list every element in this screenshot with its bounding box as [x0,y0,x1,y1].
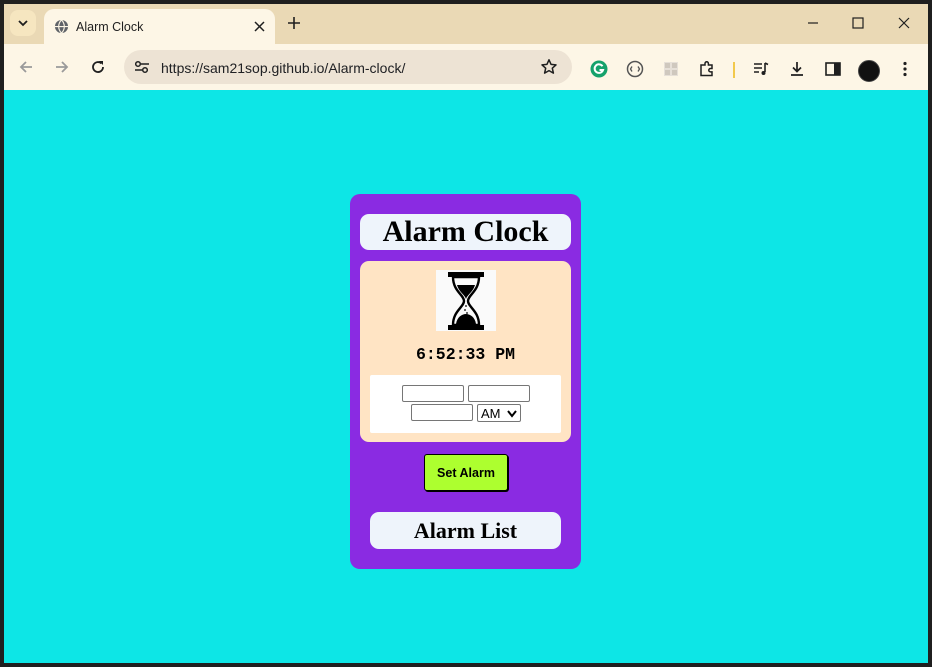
circle-extension-icon[interactable] [626,60,644,78]
page-content: Alarm Clock 6:52:33 PM AM Set Alarm Alar… [4,90,928,663]
current-time: 6:52:33 PM [415,345,516,364]
tab-search-button[interactable] [10,10,36,36]
grammarly-icon[interactable] [590,60,608,78]
alarm-clock-card: Alarm Clock 6:52:33 PM AM Set Alarm Alar… [350,194,581,569]
url-text[interactable]: https://sam21sop.github.io/Alarm-clock/ [161,60,405,76]
chevron-down-icon [507,410,517,418]
avatar[interactable] [858,60,880,82]
ampm-selected-value: AM [481,405,501,421]
side-panel-icon[interactable] [824,60,842,78]
hourglass-image [436,270,496,331]
tab-alarm-clock[interactable]: Alarm Clock [44,9,275,44]
close-icon[interactable] [254,21,265,32]
clock-panel: 6:52:33 PM AM [360,261,571,442]
puzzle-icon[interactable] [698,60,716,78]
page-title: Alarm Clock [382,215,549,248]
star-icon[interactable] [540,58,558,76]
address-bar[interactable]: https://sam21sop.github.io/Alarm-clock/ [124,50,572,84]
title-box: Alarm Clock [360,214,571,250]
tune-icon[interactable] [134,60,150,74]
hour-input[interactable] [402,385,464,402]
hourglass-icon [448,271,484,330]
kebab-menu-icon[interactable] [902,61,908,77]
alarm-list-box: Alarm List [370,512,561,549]
toolbar-separator [733,62,735,78]
maximize-icon[interactable] [851,16,865,30]
forward-arrow-icon[interactable] [54,59,70,75]
ampm-select[interactable]: AM [477,404,521,422]
media-control-icon[interactable] [752,60,770,78]
alarm-form: AM [370,375,561,433]
set-alarm-button[interactable]: Set Alarm [424,454,508,491]
download-icon[interactable] [788,60,806,78]
grid-extension-icon[interactable] [662,60,680,78]
reload-icon[interactable] [90,59,106,75]
chevron-down-icon [18,20,28,27]
browser-toolbar: https://sam21sop.github.io/Alarm-clock/ [4,44,928,90]
close-icon[interactable] [897,16,911,30]
tab-bar: Alarm Clock [4,4,928,44]
tab-title: Alarm Clock [76,20,144,34]
globe-icon [54,19,69,34]
second-input[interactable] [411,404,473,421]
alarm-list-title: Alarm List [413,517,518,543]
minute-input[interactable] [468,385,530,402]
minimize-icon[interactable] [806,16,820,30]
plus-icon[interactable] [287,16,301,30]
back-arrow-icon[interactable] [18,59,34,75]
browser-window: Alarm Clock https://sam21sop.github.io/A… [4,4,928,663]
